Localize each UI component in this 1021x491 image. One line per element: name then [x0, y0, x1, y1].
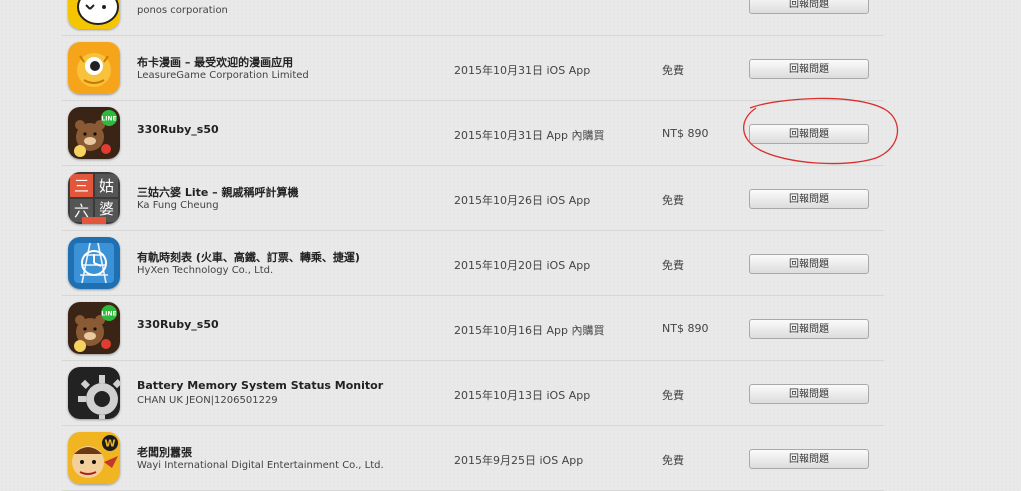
- purchase-row: 三姑六婆 三姑六婆 Lite – 親戚稱呼計算機 Ka Fung Cheung 20…: [62, 166, 884, 231]
- chinese-characters-icon: 三姑六婆: [68, 172, 120, 224]
- purchase-type: iOS App: [546, 259, 591, 272]
- purchase-price: NT$ 890: [662, 322, 709, 335]
- app-icon[interactable]: 三姑六婆: [68, 172, 120, 224]
- purchase-date: 2015年9月25日: [454, 454, 536, 467]
- purchase-date-and-type: 2015年10月16日 App 內購買: [454, 322, 605, 338]
- report-problem-button[interactable]: 回報問題: [749, 59, 869, 79]
- app-icon[interactable]: [68, 42, 120, 94]
- purchase-date: 2015年10月20日: [454, 259, 543, 272]
- purchase-price: 免費: [662, 259, 684, 272]
- app-icon[interactable]: [68, 237, 120, 289]
- svg-text:W: W: [104, 439, 115, 450]
- item-title[interactable]: 布卡漫画 – 最受欢迎的漫画应用: [137, 54, 293, 70]
- purchase-row: ponos corporation 回報問題: [62, 0, 884, 36]
- yellow-monster-icon: [68, 42, 120, 94]
- item-developer: LeasureGame Corporation Limited: [137, 70, 309, 81]
- white-cat-icon: [68, 0, 120, 29]
- app-icon[interactable]: W: [68, 432, 120, 484]
- purchase-type: App 內購買: [546, 324, 605, 337]
- app-icon[interactable]: LINE: [68, 107, 120, 159]
- purchase-date-and-type: 2015年10月26日 iOS App: [454, 192, 590, 208]
- purchase-price: 免費: [662, 64, 684, 77]
- report-problem-button[interactable]: 回報問題: [749, 449, 869, 469]
- item-developer: Ka Fung Cheung: [137, 200, 219, 211]
- app-icon[interactable]: LINE: [68, 302, 120, 354]
- item-developer: ponos corporation: [137, 5, 228, 16]
- purchase-price: 免費: [662, 194, 684, 207]
- purchase-date: 2015年10月31日: [454, 129, 543, 142]
- purchase-type: iOS App: [546, 389, 591, 402]
- boss-cartoon-icon: W: [68, 432, 120, 484]
- purchase-row: 有軌時刻表 (火車、高鐵、訂票、轉乘、捷運) HyXen Technology C…: [62, 231, 884, 296]
- purchase-history-list: ponos corporation 回報問題 布卡漫画 – 最受欢迎的漫画应用 L…: [62, 0, 884, 491]
- report-problem-button[interactable]: 回報問題: [749, 189, 869, 209]
- item-title[interactable]: 有軌時刻表 (火車、高鐵、訂票、轉乘、捷運): [137, 249, 360, 265]
- purchase-date: 2015年10月31日: [454, 64, 543, 77]
- purchase-row: W 老闆別囂張 Wayi International Digital Entert…: [62, 426, 884, 491]
- purchase-price: 免費: [662, 389, 684, 402]
- item-developer: CHAN UK JEON|1206501229: [137, 395, 278, 406]
- purchase-row: Battery Memory System Status Monitor CHAN…: [62, 361, 884, 426]
- report-problem-button[interactable]: 回報問題: [749, 319, 869, 339]
- purchase-date-and-type: 2015年10月31日 App 內購買: [454, 127, 605, 143]
- purchase-date: 2015年10月16日: [454, 324, 543, 337]
- svg-text:婆: 婆: [99, 200, 114, 218]
- item-title[interactable]: 330Ruby_s50: [137, 123, 219, 136]
- svg-text:三: 三: [74, 177, 89, 195]
- report-problem-button[interactable]: 回報問題: [749, 254, 869, 274]
- item-developer: Wayi International Digital Entertainment…: [137, 460, 384, 471]
- svg-text:姑: 姑: [99, 177, 114, 195]
- purchase-type: iOS App: [546, 194, 591, 207]
- annotation-stroke: [743, 97, 899, 165]
- clock-rail-icon: [68, 237, 120, 289]
- item-title[interactable]: 三姑六婆 Lite – 親戚稱呼計算機: [137, 184, 299, 200]
- purchase-date: 2015年10月13日: [454, 389, 543, 402]
- purchase-type: iOS App: [546, 64, 591, 77]
- line-bear-icon: LINE: [68, 302, 120, 354]
- svg-text:LINE: LINE: [101, 311, 116, 318]
- item-title[interactable]: Battery Memory System Status Monitor: [137, 379, 383, 392]
- purchase-row: LINE 330Ruby_s50 2015年10月16日 App 內購買 NT$ 8…: [62, 296, 884, 361]
- item-developer: HyXen Technology Co., Ltd.: [137, 265, 274, 276]
- purchase-date-and-type: 2015年10月31日 iOS App: [454, 62, 590, 78]
- red-circle-annotation: [743, 97, 899, 165]
- purchase-price: 免費: [662, 454, 684, 467]
- purchase-date: 2015年10月26日: [454, 194, 543, 207]
- app-icon[interactable]: [68, 0, 120, 29]
- purchase-price: NT$ 890: [662, 127, 709, 140]
- report-problem-button[interactable]: 回報問題: [749, 384, 869, 404]
- line-bear-icon: LINE: [68, 107, 120, 159]
- app-icon[interactable]: [68, 367, 120, 419]
- purchase-date-and-type: 2015年9月25日 iOS App: [454, 452, 583, 468]
- item-title[interactable]: 老闆別囂張: [137, 444, 192, 460]
- purchase-type: iOS App: [539, 454, 584, 467]
- gear-icon: [68, 367, 120, 419]
- purchase-date-and-type: 2015年10月20日 iOS App: [454, 257, 590, 273]
- purchase-date-and-type: 2015年10月13日 iOS App: [454, 387, 590, 403]
- purchase-row: 布卡漫画 – 最受欢迎的漫画应用 LeasureGame Corporation …: [62, 36, 884, 101]
- item-title[interactable]: 330Ruby_s50: [137, 318, 219, 331]
- purchase-type: App 內購買: [546, 129, 605, 142]
- report-problem-button[interactable]: 回報問題: [749, 0, 869, 14]
- svg-text:LINE: LINE: [101, 116, 116, 123]
